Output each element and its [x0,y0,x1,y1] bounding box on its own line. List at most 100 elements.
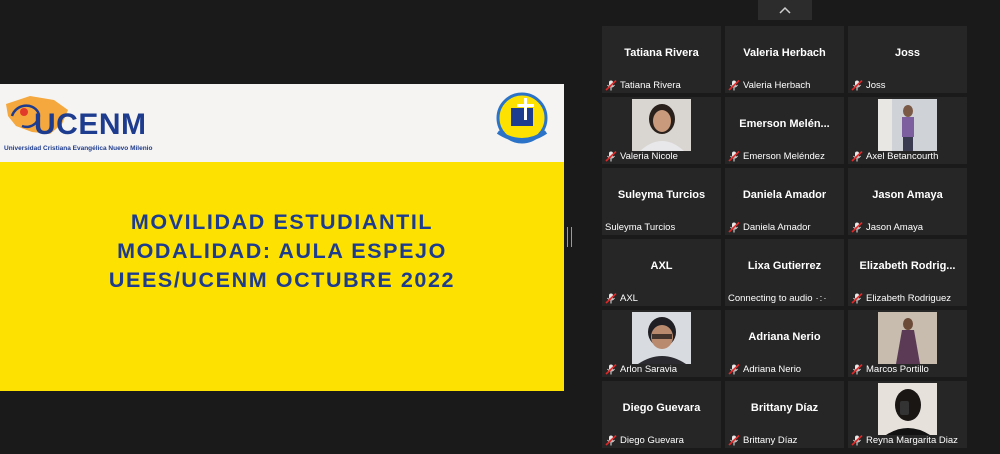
participant-label: Suleyma Turcios [605,222,675,233]
slide-title: MOVILIDAD ESTUDIANTIL MODALIDAD: AULA ES… [0,208,564,295]
participant-label: Valeria Herbach [728,80,810,91]
participant-name: Jason Amaya [872,189,943,201]
mic-muted-icon [728,435,740,446]
participant-label-text: Emerson Meléndez [743,151,825,162]
participant-label: Tatiana Rivera [605,80,681,91]
participant-label-text: Joss [866,80,886,91]
participant-label-text: Adriana Nerio [743,364,802,375]
chevron-up-icon [779,6,791,14]
slide-header: UCENM Universidad Cristiana Evangélica N… [0,84,564,162]
participant-tile[interactable]: Lixa Gutierrez Connecting to audio ·:· [725,239,844,306]
participant-video [632,99,691,151]
participant-label-text: Jason Amaya [866,222,924,233]
participant-label-text: Valeria Herbach [743,80,811,91]
participant-name: Tatiana Rivera [624,47,699,59]
participant-name: Daniela Amador [742,189,827,201]
participant-video [878,99,937,151]
participant-name: Brittany Díaz [750,402,819,414]
loading-dots-icon: ·:· [815,293,828,304]
participant-tile[interactable]: Brittany Díaz Brittany Díaz [725,381,844,448]
participant-tile[interactable]: Emerson Melén... Emerson Meléndez [725,97,844,164]
participant-label: Connecting to audio ·:· [728,293,827,304]
resize-handle[interactable] [567,227,572,247]
shared-screen: UCENM Universidad Cristiana Evangélica N… [0,84,564,391]
participant-label: Elizabeth Rodriguez [851,293,951,304]
participant-tile[interactable]: Adriana Nerio Adriana Nerio [725,310,844,377]
ucenm-logo-text: UCENM [34,108,147,141]
participant-video [632,312,691,364]
participant-label-text: Reyna Margarita Diaz [866,435,958,446]
participant-label-text: Daniela Amador [743,222,811,233]
mic-muted-icon [605,80,617,91]
participant-label-text: Marcos Portillo [866,364,929,375]
participant-name: Emerson Melén... [739,118,830,130]
mic-muted-icon [605,151,617,162]
participant-tile[interactable]: Reyna Margarita Diaz [848,381,967,448]
collapse-gallery-button[interactable] [758,0,812,20]
participant-label: Joss [851,80,886,91]
participant-label: Brittany Díaz [728,435,797,446]
participant-label: Marcos Portillo [851,364,929,375]
mic-muted-icon [728,364,740,375]
slide-title-line: MOVILIDAD ESTUDIANTIL [130,210,434,234]
participant-tile[interactable]: Marcos Portillo [848,310,967,377]
participant-name: Valeria Herbach [743,47,826,59]
uees-seal-icon [496,92,548,144]
participant-tile[interactable]: Joss Joss [848,26,967,93]
mic-muted-icon [851,435,863,446]
participant-label-text: Diego Guevara [620,435,684,446]
participant-label-text: Axel Betancourth [866,151,939,162]
participant-label: Diego Guevara [605,435,684,446]
mic-muted-icon [728,222,740,233]
participant-name: Adriana Nerio [748,331,821,343]
slide-title-line: UEES/UCENM OCTUBRE 2022 [108,268,456,292]
uees-logo [484,92,560,156]
participant-name: AXL [650,260,673,272]
ucenm-logo-subtitle: Universidad Cristiana Evangélica Nuevo M… [4,145,153,152]
participant-label-text: AXL [620,293,638,304]
participant-tile[interactable]: Jason Amaya Jason Amaya [848,168,967,235]
mic-muted-icon [851,151,863,162]
participant-label: Daniela Amador [728,222,811,233]
participant-label-text: Elizabeth Rodriguez [866,293,952,304]
mic-muted-icon [728,151,740,162]
participant-label-text: Suleyma Turcios [605,222,676,233]
participant-tile[interactable]: Valeria Herbach Valeria Herbach [725,26,844,93]
participant-label: Emerson Meléndez [728,151,825,162]
participant-tile[interactable]: Daniela Amador Daniela Amador [725,168,844,235]
participant-label: Reyna Margarita Diaz [851,435,958,446]
mic-muted-icon [605,435,617,446]
participant-tile[interactable]: Valeria Nicole [602,97,721,164]
participant-name: Suleyma Turcios [617,189,706,201]
participant-label: Jason Amaya [851,222,923,233]
connecting-audio-text: Connecting to audio [728,293,813,304]
mic-muted-icon [728,80,740,91]
participant-tile[interactable]: Diego Guevara Diego Guevara [602,381,721,448]
participant-label: Axel Betancourth [851,151,938,162]
participant-label: Valeria Nicole [605,151,678,162]
slide-title-line: MODALIDAD: AULA ESPEJO [117,239,447,263]
participant-name: Elizabeth Rodrig... [859,260,956,272]
participant-label-text: Tatiana Rivera [620,80,681,91]
participant-label: Arlon Saravia [605,364,677,375]
mic-muted-icon [851,222,863,233]
participant-video [878,383,937,435]
participant-video [878,312,937,364]
participant-tile[interactable]: Tatiana Rivera Tatiana Rivera [602,26,721,93]
participant-tile[interactable]: Suleyma Turcios Suleyma Turcios [602,168,721,235]
participant-label-text: Valeria Nicole [620,151,678,162]
participant-label-text: Brittany Díaz [743,435,798,446]
mic-muted-icon [605,364,617,375]
participant-label-text: Arlon Saravia [620,364,678,375]
participant-name: Lixa Gutierrez [747,260,822,272]
participant-label: Adriana Nerio [728,364,801,375]
participant-tile[interactable]: Arlon Saravia [602,310,721,377]
participant-tile[interactable]: Elizabeth Rodrig... Elizabeth Rodriguez [848,239,967,306]
participant-name: Diego Guevara [622,402,701,414]
mic-muted-icon [851,364,863,375]
participant-tile[interactable]: AXL AXL [602,239,721,306]
participant-name: Joss [894,47,921,59]
ucenm-logo: UCENM Universidad Cristiana Evangélica N… [2,90,152,154]
participant-tile[interactable]: Axel Betancourth [848,97,967,164]
mic-muted-icon [851,293,863,304]
